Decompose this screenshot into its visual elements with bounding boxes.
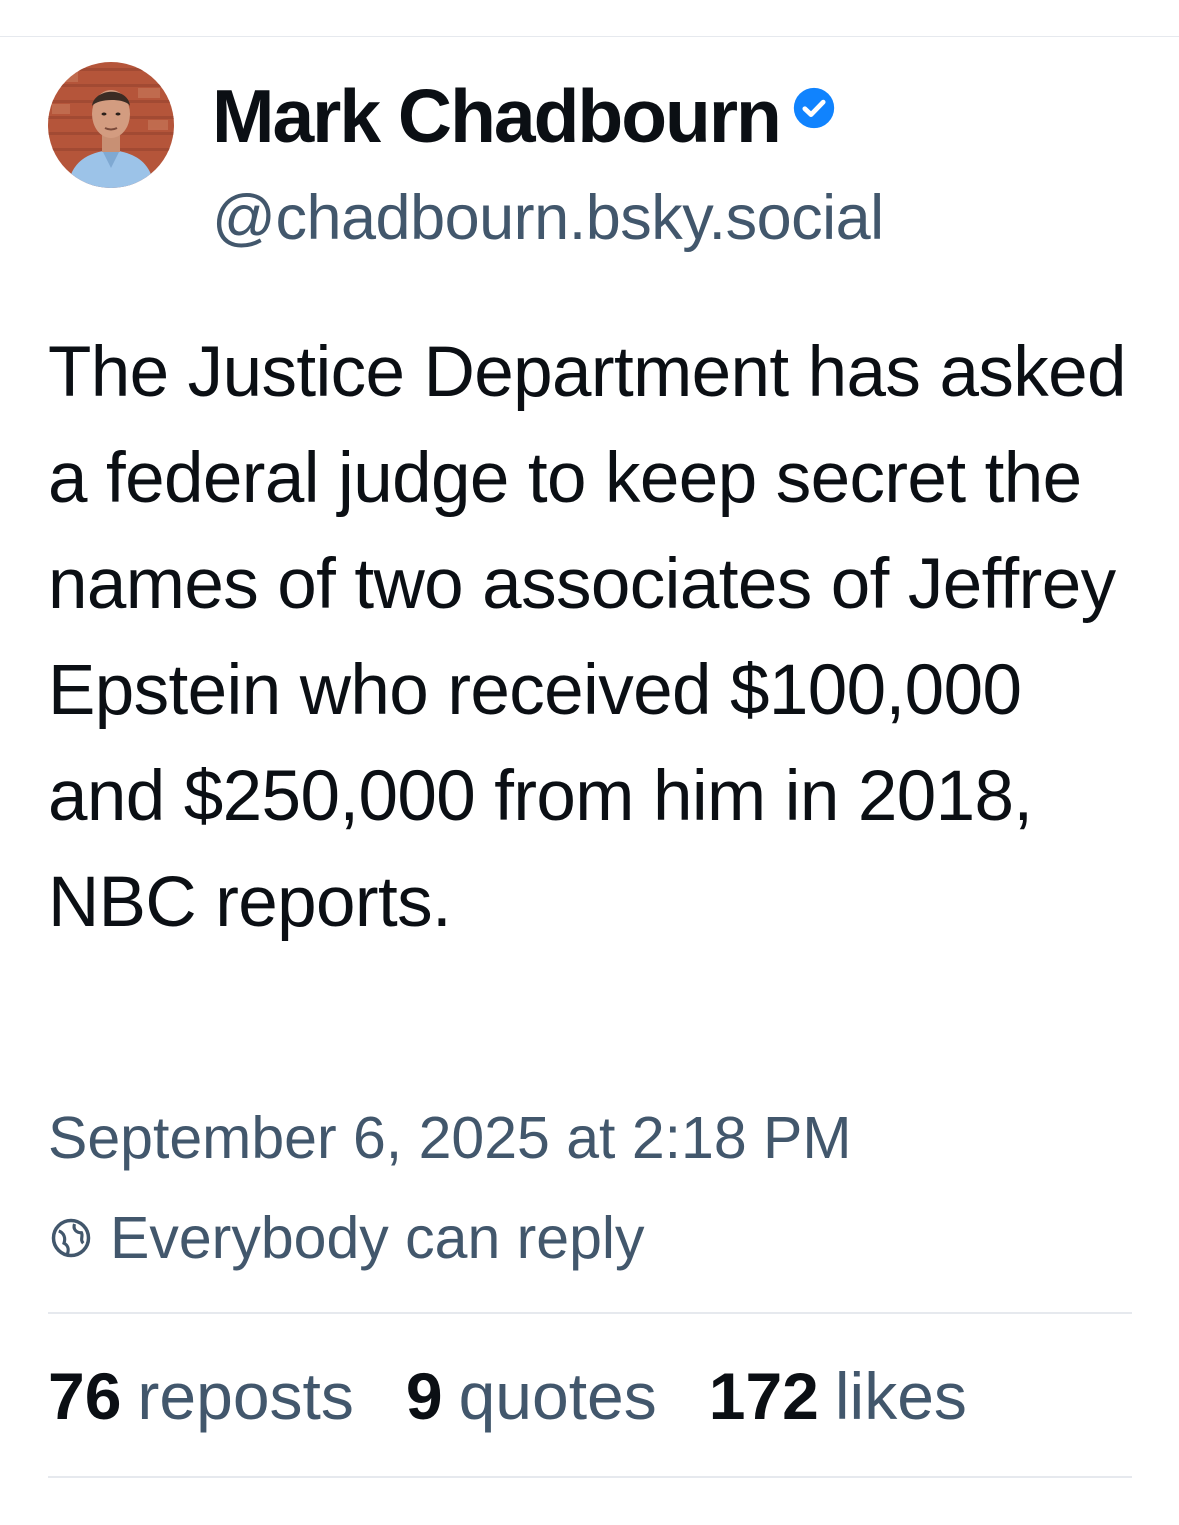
reply-setting: Everybody can reply [48, 1200, 645, 1276]
reposts-count: 76 [48, 1359, 122, 1433]
avatar-image [48, 62, 174, 188]
verified-check-icon[interactable] [792, 86, 836, 130]
likes-count: 172 [708, 1359, 819, 1433]
stats-top-divider [48, 1312, 1132, 1314]
post-thread-item: Mark Chadbourn @chadbourn.bsky.social Th… [48, 60, 1132, 1478]
post-stats: 76 reposts 9 quotes 172 likes [48, 1354, 1019, 1438]
display-name-row: Mark Chadbourn [212, 74, 884, 158]
stats-bottom-divider [48, 1476, 1132, 1478]
post-header: Mark Chadbourn @chadbourn.bsky.social [48, 60, 1132, 260]
quotes-count: 9 [405, 1359, 443, 1433]
author-names: Mark Chadbourn @chadbourn.bsky.social [212, 74, 884, 256]
reposts-stat[interactable]: 76 reposts [48, 1354, 354, 1438]
quotes-stat[interactable]: 9 quotes [406, 1354, 657, 1438]
post-timestamp: September 6, 2025 at 2:18 PM [48, 1105, 852, 1171]
reply-setting-label: Everybody can reply [110, 1205, 645, 1271]
avatar[interactable] [48, 62, 174, 188]
post-text: The Justice Department has asked a feder… [48, 333, 1146, 942]
display-name[interactable]: Mark Chadbourn [212, 74, 782, 158]
reposts-label: reposts [137, 1359, 354, 1433]
author-handle[interactable]: @chadbourn.bsky.social [212, 180, 884, 256]
top-divider [0, 36, 1179, 37]
likes-label: likes [834, 1359, 967, 1433]
globe-icon [51, 1218, 91, 1258]
quotes-label: quotes [458, 1359, 657, 1433]
likes-stat[interactable]: 172 likes [709, 1354, 967, 1438]
